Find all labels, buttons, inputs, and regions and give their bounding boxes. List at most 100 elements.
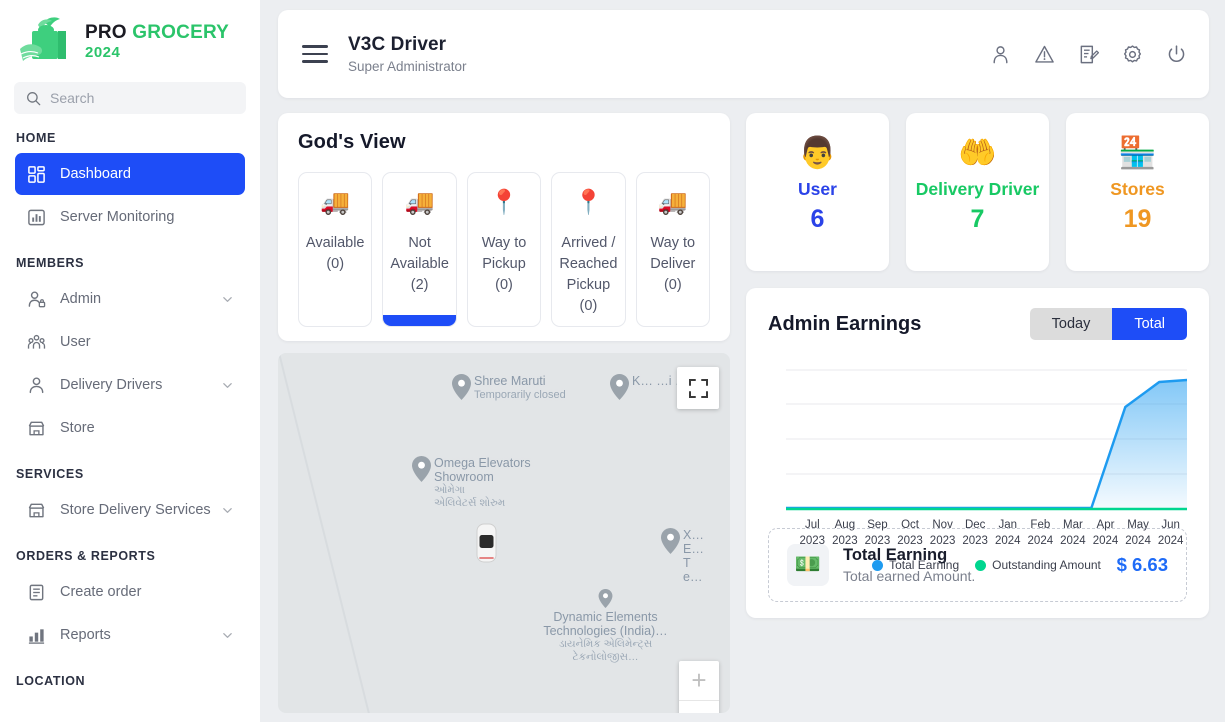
gods-view-title: God's View — [298, 131, 406, 153]
map-zoom-out-button[interactable]: – — [679, 701, 719, 714]
sidebar-item-label: Store — [60, 420, 95, 436]
page-subtitle: Super Administrator — [348, 59, 467, 74]
x-tick: Mar 2024 — [1060, 519, 1086, 547]
map-poi-partial-right[interactable]: X… E… Te… — [661, 528, 705, 584]
stat-card-value: 6 — [810, 205, 825, 233]
map-fullscreen-button[interactable] — [677, 367, 719, 409]
status-card-label: Way to Pickup (0) — [481, 235, 527, 294]
app-logo[interactable]: PRO GROCERY 2024 — [0, 0, 260, 76]
menu-toggle-button[interactable] — [302, 40, 328, 68]
x-tick: Feb 2024 — [1027, 519, 1054, 547]
gods-view-map[interactable]: Shree Maruti Temporarily closed K… …i … — [278, 353, 730, 713]
status-card-label: Arrived / Reached Pickup (0) — [559, 235, 618, 315]
power-icon[interactable] — [1166, 44, 1187, 65]
chart-area-total-earning — [786, 380, 1187, 508]
admin-earnings-title: Admin Earnings — [768, 312, 922, 335]
search-input[interactable] — [50, 90, 234, 106]
dashboard-grid: God's View 🚚 Available (0) 🚚 Not Availabl… — [278, 113, 1209, 713]
map-poi-shree-maruti[interactable]: Shree Maruti Temporarily closed — [452, 374, 566, 402]
sidebar-item-admin[interactable]: Admin — [15, 278, 245, 320]
document-edit-icon[interactable] — [1078, 44, 1099, 65]
sidebar-item-server-monitoring[interactable]: Server Monitoring — [15, 196, 245, 238]
header-actions — [990, 44, 1187, 65]
gear-icon[interactable] — [1122, 44, 1143, 65]
left-column: God's View 🚚 Available (0) 🚚 Not Availabl… — [278, 113, 730, 713]
sidebar-item-dashboard[interactable]: Dashboard — [15, 153, 245, 195]
search-box[interactable] — [14, 82, 246, 114]
sidebar-item-label: Dashboard — [60, 166, 131, 182]
status-card-way-to-pickup[interactable]: 📍 Way to Pickup (0) — [466, 172, 542, 327]
grid-icon — [28, 165, 45, 183]
x-tick: Jan 2024 — [994, 519, 1021, 547]
chevron-down-icon — [223, 382, 232, 388]
toggle-today-button[interactable]: Today — [1029, 308, 1113, 340]
delivery-truck-icon: 🚚 — [657, 189, 688, 216]
map-pin-icon — [452, 374, 471, 400]
sidebar-section-services: SERVICES — [16, 467, 84, 481]
stat-card-stores[interactable]: 🏪 Stores 19 — [1066, 113, 1209, 271]
map-pin-icon — [598, 589, 613, 608]
logo-pro-text: PRO — [85, 21, 127, 43]
sidebar-item-create-order[interactable]: Create order — [15, 571, 245, 613]
x-tick: Sep 2023 — [864, 519, 891, 547]
map-road-line — [278, 353, 384, 713]
status-card-available[interactable]: 🚚 Available (0) — [298, 172, 373, 327]
legend-label: Total Earning — [889, 558, 960, 573]
map-poi-partial[interactable]: K… …i … — [610, 374, 688, 400]
sidebar-item-label: Create order — [60, 584, 142, 600]
earnings-period-toggle: Today Total — [1029, 308, 1187, 340]
users-group-icon — [27, 334, 46, 349]
sidebar-item-store-delivery-services[interactable]: Store Delivery Services — [15, 489, 245, 531]
chart-box-icon — [28, 209, 45, 225]
toggle-total-button[interactable]: Total — [1112, 308, 1187, 340]
bar-chart-icon — [28, 628, 45, 644]
user-lock-icon — [28, 290, 46, 307]
x-tick: Nov 2023 — [929, 519, 956, 547]
sidebar-item-user[interactable]: User — [15, 321, 245, 363]
status-card-not-available[interactable]: 🚚 Not Available (2) — [382, 172, 457, 327]
map-poi-omega-elevators[interactable]: Omega Elevators Showroom ઓમેગા એલિવેટર્સ… — [412, 456, 584, 509]
store-icon — [28, 503, 45, 517]
map-poi-local-name: ડાયનેમિક એલિમેન્ટ્સ ટેકનોલોજીસ… — [558, 638, 653, 663]
chevron-down-icon — [223, 296, 232, 302]
x-tick: Aug 2023 — [832, 519, 858, 547]
hand-gift-icon: 🤲 — [958, 135, 997, 170]
sidebar-item-store[interactable]: Store — [15, 407, 245, 449]
store-icon — [28, 421, 45, 435]
map-poi-name: Dynamic Elements Technologies (India)… — [543, 610, 668, 638]
top-header-bar: V3C Driver Super Administrator — [278, 10, 1209, 98]
chevron-down-icon — [223, 507, 232, 513]
sidebar-section-location: LOCATION — [16, 674, 86, 688]
stat-card-label: Stores — [1110, 179, 1165, 199]
sidebar-item-label: Server Monitoring — [60, 209, 175, 225]
sidebar-item-reports[interactable]: Reports — [15, 614, 245, 656]
logo-grocery-text: GROCERY — [132, 21, 230, 43]
admin-earnings-panel: Admin Earnings Today Total Jul 2023 Aug … — [746, 288, 1209, 618]
main-content: V3C Driver Super Administrator God's Vie… — [260, 0, 1225, 722]
stat-card-user[interactable]: 👨 User 6 — [746, 113, 889, 271]
earnings-area-chart — [786, 369, 1187, 511]
status-card-arrived-reached-pickup[interactable]: 📍 Arrived / Reached Pickup (0) — [551, 172, 626, 327]
sidebar: PRO GROCERY 2024 HOME Dashboard Serve — [0, 0, 260, 722]
map-poi-dynamic-elements[interactable]: Dynamic Elements Technologies (India)… ડ… — [523, 589, 688, 663]
sidebar-item-delivery-drivers[interactable]: Delivery Drivers — [15, 364, 245, 406]
account-icon[interactable] — [990, 44, 1011, 65]
stat-card-label: User — [798, 179, 837, 199]
alert-triangle-icon[interactable] — [1034, 44, 1055, 65]
stat-card-value: 7 — [970, 205, 985, 233]
grocery-bag-logo-icon — [20, 17, 66, 61]
stat-card-delivery-driver[interactable]: 🤲 Delivery Driver 7 — [906, 113, 1049, 271]
map-zoom-in-button[interactable]: + — [679, 661, 719, 701]
x-tick: Dec 2023 — [962, 519, 988, 547]
sidebar-item-label: Reports — [60, 627, 111, 643]
legend-item-total-earning: Total Earning — [872, 558, 959, 572]
sidebar-section-orders-reports: ORDERS & REPORTS — [16, 549, 156, 563]
driver-vehicle-marker-icon[interactable] — [475, 523, 498, 563]
legend-swatch — [975, 559, 987, 571]
legend-swatch — [872, 559, 884, 571]
store-front-icon: 🏪 — [1118, 135, 1157, 170]
pin-pickup-icon: 📍 — [489, 189, 519, 216]
search-icon — [27, 91, 41, 105]
map-pin-icon — [661, 528, 680, 554]
status-card-way-to-deliver[interactable]: 🚚 Way to Deliver (0) — [635, 172, 711, 327]
